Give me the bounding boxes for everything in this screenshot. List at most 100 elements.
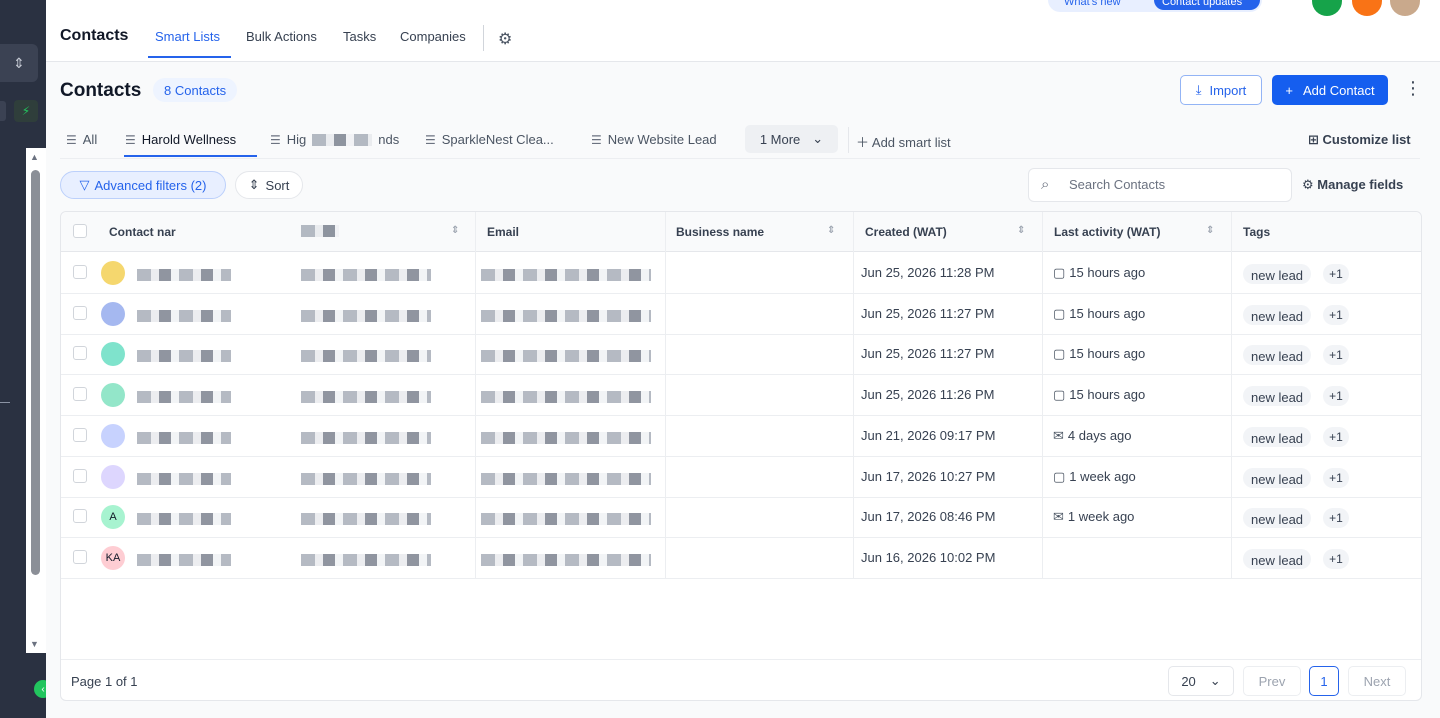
row-checkbox[interactable]: [73, 549, 87, 564]
add-smart-list-button[interactable]: ＋ Add smart list: [856, 132, 951, 151]
tag-badge[interactable]: new lead: [1243, 508, 1312, 529]
scroll-up-icon[interactable]: ▲: [30, 152, 39, 162]
redacted-phone: [301, 431, 431, 444]
column-email[interactable]: Email: [487, 225, 519, 239]
more-options-icon[interactable]: ⋮: [1404, 78, 1422, 99]
tag-badge[interactable]: new lead: [1243, 304, 1312, 325]
avatar: [101, 261, 125, 285]
avatar: [101, 342, 125, 367]
tag-badge[interactable]: new lead: [1243, 426, 1312, 447]
avatar: [101, 423, 125, 448]
list-icon: ☰: [125, 132, 136, 147]
more-tags-badge[interactable]: +1: [1323, 264, 1349, 284]
scroll-down-icon[interactable]: ▼: [30, 639, 39, 649]
advanced-filters-label: Advanced filters (2): [94, 177, 207, 193]
tag-badge[interactable]: new lead: [1243, 467, 1312, 488]
search-input[interactable]: [1069, 177, 1279, 192]
redacted-email: [481, 513, 651, 526]
top-navigation: Contacts Smart Lists Bulk Actions Tasks …: [46, 0, 1440, 62]
column-created[interactable]: Created (WAT): [865, 225, 947, 239]
manage-fields-label: Manage fields: [1317, 177, 1404, 192]
table-row[interactable]: KA Jun 16, 2026 10:02 PM new lead +1: [61, 538, 1421, 579]
sort-icon: ⇕: [248, 177, 260, 192]
last-activity-text: 1 week ago: [1067, 509, 1135, 525]
bell-icon[interactable]: [1352, 0, 1382, 16]
table-row[interactable]: A Jun 17, 2026 08:46 PM ✉ 1 week ago new lea…: [61, 497, 1421, 539]
tag-badge[interactable]: new lead: [1243, 345, 1312, 366]
table-row[interactable]: Jun 25, 2026 11:28 PM ▢ 15 hours ago new le…: [61, 253, 1421, 294]
table-row[interactable]: Jun 25, 2026 11:26 PM ▢ 15 hours ago new le…: [61, 375, 1421, 417]
row-checkbox[interactable]: [73, 265, 87, 279]
table-row[interactable]: Jun 17, 2026 10:27 PM ▢ 1 week ago new lead…: [61, 457, 1421, 498]
tag-badge[interactable]: new lead: [1243, 386, 1312, 407]
row-checkbox[interactable]: [73, 509, 87, 524]
more-tags-badge[interactable]: +1: [1323, 548, 1349, 569]
tab-smart-lists[interactable]: Smart Lists: [155, 29, 220, 44]
import-button[interactable]: ⤓ Import: [1180, 75, 1262, 105]
row-checkbox[interactable]: [73, 427, 87, 442]
row-checkbox[interactable]: [73, 468, 87, 483]
select-all-checkbox[interactable]: [73, 224, 87, 238]
customize-list-button[interactable]: ⊞ Customize list: [1308, 132, 1411, 148]
column-last-activity[interactable]: Last activity (WAT): [1054, 225, 1160, 239]
prev-page-button[interactable]: Prev: [1243, 666, 1301, 696]
tab-tasks[interactable]: Tasks: [343, 29, 376, 44]
bolt-icon[interactable]: ⚡: [14, 100, 38, 122]
table-row[interactable]: Jun 25, 2026 11:27 PM ▢ 15 hours ago new le…: [61, 334, 1421, 376]
manage-fields-button[interactable]: ⚙ Manage fields: [1302, 177, 1403, 193]
advanced-filters-button[interactable]: ▽ Advanced filters (2): [60, 171, 226, 199]
last-activity: ✉ 1 week ago: [1053, 509, 1134, 525]
tag-badge[interactable]: new lead: [1243, 264, 1312, 284]
chat-icon: ▢: [1053, 387, 1066, 403]
sidebar-scrollbar[interactable]: ▲ ▼: [26, 148, 46, 653]
updates-pill[interactable]: Contact updates: [1154, 0, 1260, 10]
more-tags-badge[interactable]: +1: [1323, 467, 1349, 488]
avatar[interactable]: [1390, 0, 1420, 16]
table-row[interactable]: Jun 21, 2026 09:17 PM ✉ 4 days ago new lead…: [61, 416, 1421, 457]
more-tags-badge[interactable]: +1: [1323, 386, 1349, 407]
last-activity-text: 15 hours ago: [1069, 305, 1146, 321]
phone-icon[interactable]: [1312, 0, 1342, 16]
row-checkbox[interactable]: [73, 346, 87, 361]
location-switcher[interactable]: ⇕: [0, 44, 38, 82]
gear-icon[interactable]: ⚙: [498, 29, 512, 49]
redacted-contact-name: [137, 350, 231, 363]
column-business-name[interactable]: Business name: [676, 225, 764, 239]
smart-list-high-leads[interactable]: ☰ Hig nds: [270, 132, 399, 147]
download-icon: ⤓: [1195, 82, 1202, 97]
column-contact-name[interactable]: Contact nar: [109, 225, 176, 239]
add-smart-list-label: Add smart list: [871, 135, 951, 150]
page-number-button[interactable]: 1: [1309, 666, 1339, 696]
scroll-thumb[interactable]: [31, 170, 40, 575]
row-checkbox[interactable]: [73, 305, 87, 320]
smart-list-new-website-lead[interactable]: ☰ New Website Lead: [591, 132, 717, 147]
tab-companies[interactable]: Companies: [400, 29, 466, 44]
more-tags-badge[interactable]: +1: [1323, 345, 1349, 366]
sort-button[interactable]: ⇕ Sort: [235, 171, 303, 199]
smart-list-label: New Website Lead: [607, 132, 717, 147]
redacted-phone: [301, 309, 431, 322]
smart-list-sparklenest[interactable]: ☰ SparkleNest Clea...: [425, 132, 554, 147]
tag-badge[interactable]: new lead: [1243, 548, 1312, 569]
per-page-select[interactable]: 20 ⌄: [1168, 666, 1234, 696]
row-checkbox[interactable]: [73, 387, 87, 402]
add-contact-button[interactable]: + Add Contact: [1272, 75, 1388, 105]
more-smart-lists-dropdown[interactable]: 1 More ⌄: [745, 125, 838, 153]
more-tags-badge[interactable]: +1: [1323, 508, 1349, 529]
nav-title: Contacts: [60, 27, 129, 44]
search-box[interactable]: ⌕: [1028, 168, 1292, 202]
tab-bulk-actions[interactable]: Bulk Actions: [246, 29, 317, 44]
redacted-contact-name: [137, 269, 231, 281]
next-page-button[interactable]: Next: [1348, 666, 1406, 696]
whats-new-banner[interactable]: What's new Contact updates: [1048, 0, 1262, 12]
avatar: [101, 464, 125, 489]
sidebar-tab[interactable]: [0, 101, 6, 121]
list-icon: ☰: [66, 132, 77, 147]
more-tags-badge[interactable]: +1: [1323, 304, 1349, 325]
more-tags-badge[interactable]: +1: [1323, 426, 1349, 447]
column-tags[interactable]: Tags: [1243, 225, 1270, 239]
table-row[interactable]: Jun 25, 2026 11:27 PM ▢ 15 hours ago new le…: [61, 294, 1421, 335]
smart-list-harold-wellness[interactable]: ☰ Harold Wellness: [125, 132, 236, 147]
smart-list-all[interactable]: ☰ All: [66, 132, 97, 147]
last-activity-text: 1 week ago: [1069, 468, 1136, 484]
